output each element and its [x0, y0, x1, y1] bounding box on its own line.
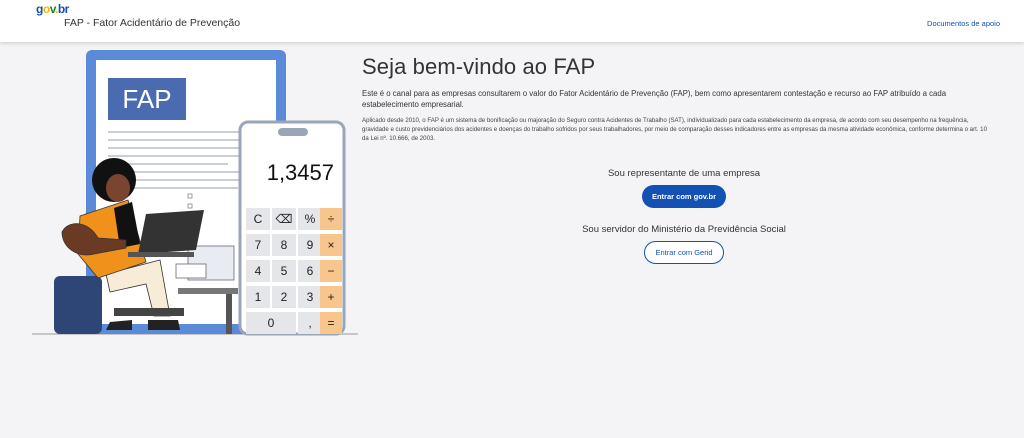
calculator-key-label: =: [327, 316, 334, 330]
welcome-title: Seja bem-vindo ao FAP: [362, 54, 596, 79]
calculator-key-label: 4: [255, 264, 262, 278]
calculator-key-label: C: [254, 212, 263, 226]
app-title: FAP - Fator Acidentário de Prevenção: [64, 17, 241, 29]
calculator-key-label: 3: [307, 290, 314, 304]
calculator-key-label: 7: [255, 238, 262, 252]
calculator-key-label: 5: [281, 264, 288, 278]
calculator-key-label: 1: [255, 290, 262, 304]
company-section-title: Sou representante de uma empresa: [607, 168, 761, 179]
calculator-key-label: %: [305, 212, 316, 226]
stool: [54, 276, 102, 334]
top-header: gov.br FAP - Fator Acidentário de Preven…: [0, 0, 1024, 42]
intro-text: Este é o canal para as empresas consulta…: [362, 89, 947, 109]
calculator-key-label: 8: [281, 238, 288, 252]
main-content: Seja bem-vindo ao FAP Este é o canal par…: [362, 54, 992, 143]
detail-text: Aplicado desde 2010, o FAP é um sistema …: [362, 117, 987, 142]
calculator-key-label: 9: [307, 238, 314, 252]
calculator-key-label: 2: [281, 290, 288, 304]
calculator-key-label: ÷: [328, 212, 335, 226]
govbr-logo[interactable]: gov.br: [36, 2, 69, 16]
calculator-key-label: +: [327, 290, 334, 304]
calculator-key-label: −: [327, 264, 334, 278]
documents-link[interactable]: Documentos de apoio: [927, 19, 1000, 28]
calculator-key-label: ×: [327, 238, 334, 252]
login-gerid-button[interactable]: Entrar com Gerid: [644, 241, 724, 264]
laptop: [138, 210, 204, 254]
calculator-key-label: ,: [308, 316, 311, 330]
calculator-key-label: 0: [268, 316, 275, 330]
ministry-section: Sou servidor do Ministério da Previdênci…: [362, 224, 1006, 264]
fap-illustration: FAP 1,3457 C ⌫% ÷ 7 8 9 × 4 5 6 − 1 2 3 +0, =: [32, 50, 358, 336]
calculator-key-label: ⌫: [276, 212, 293, 226]
fap-sign-text: FAP: [122, 84, 171, 114]
calculator-key-label: 6: [307, 264, 314, 278]
login-govbr-button[interactable]: Entrar com gov.br: [641, 185, 727, 208]
company-section: Sou representante de uma empresa Entrar …: [362, 168, 1006, 208]
calculator-display: 1,3457: [267, 160, 334, 185]
calculator-keypad: C ⌫% ÷ 7 8 9 × 4 5 6 − 1 2 3 +0, =: [246, 208, 342, 334]
ministry-section-title: Sou servidor do Ministério da Previdênci…: [582, 224, 786, 235]
